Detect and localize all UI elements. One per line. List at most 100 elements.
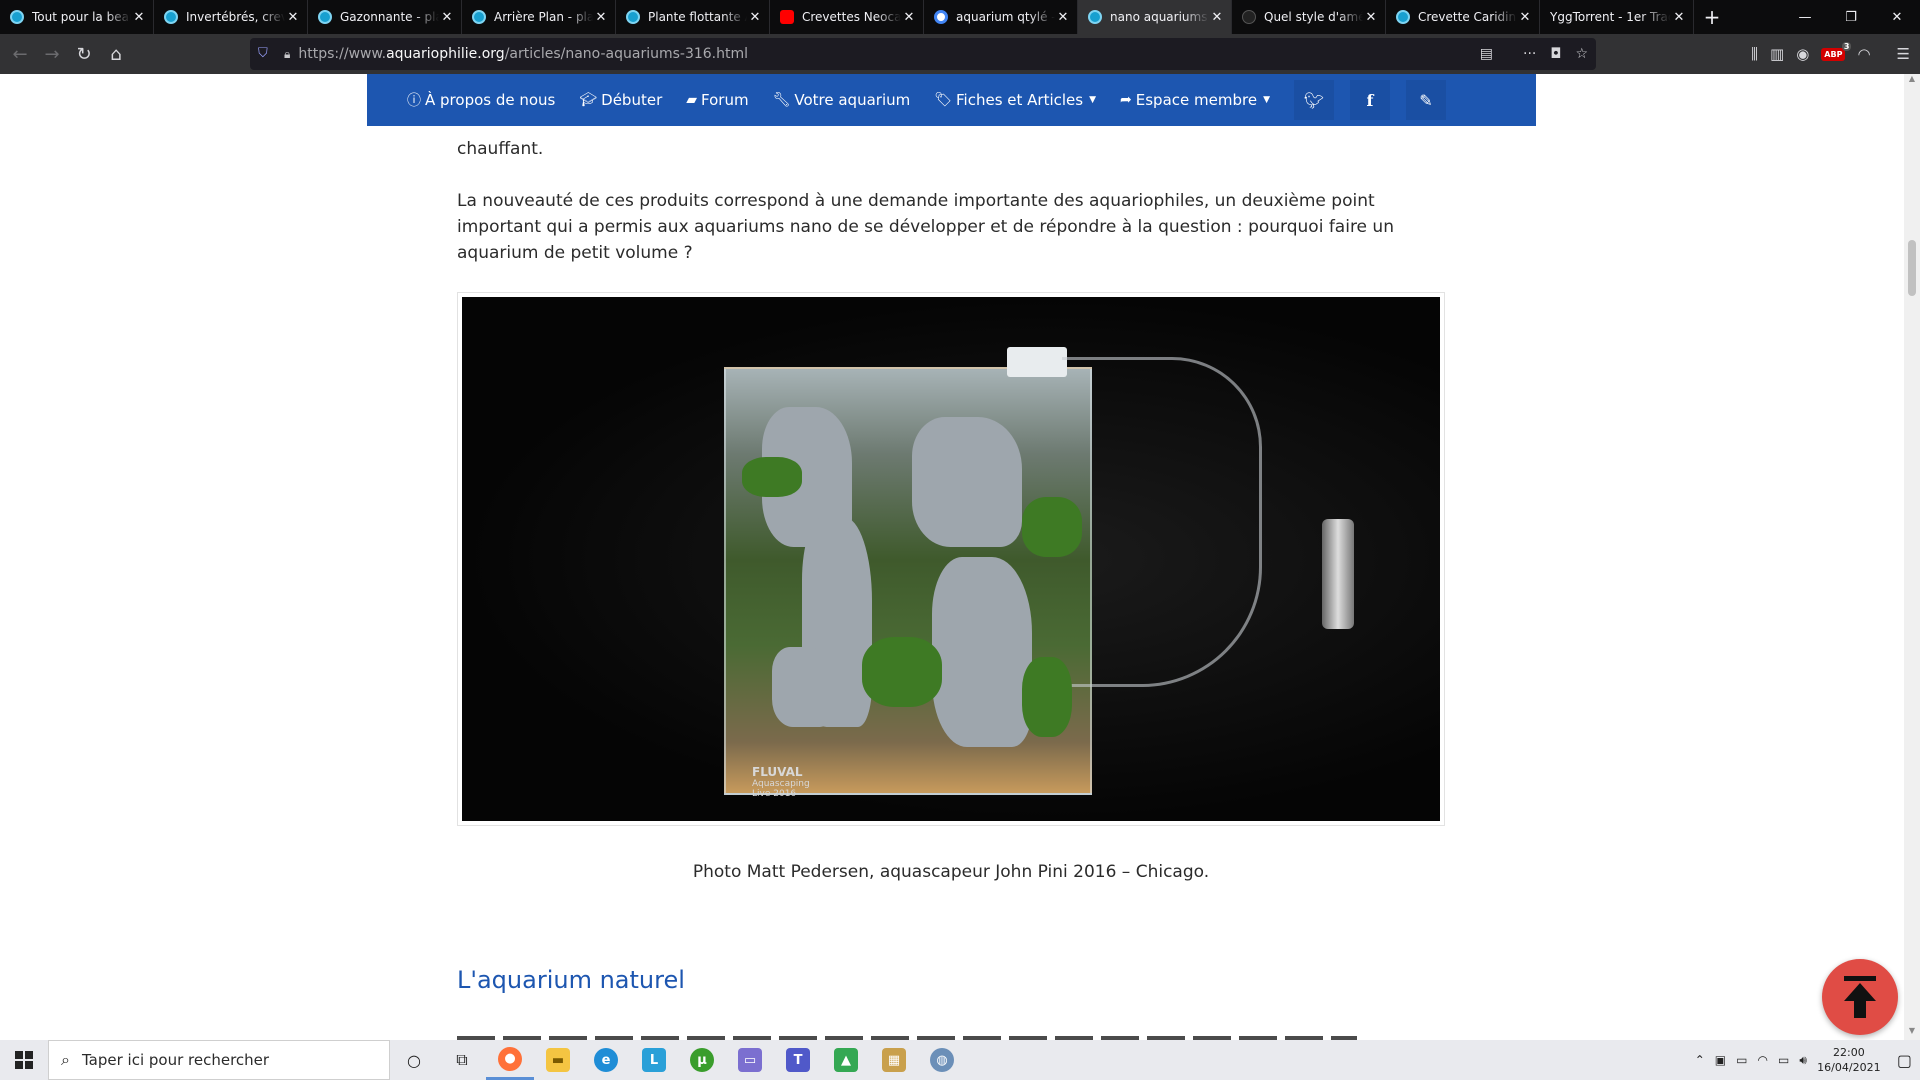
battery-icon[interactable]: ▭ <box>1778 1053 1789 1067</box>
browser-tab[interactable]: Plante flottante Aqua✕ <box>616 0 770 34</box>
scroll-down-arrow-icon[interactable]: ▼ <box>1904 1026 1920 1040</box>
file-explorer-icon[interactable]: ▬ <box>534 1040 582 1080</box>
volume-icon[interactable]: 🔊︎ <box>1799 1053 1807 1068</box>
taskbar-clock[interactable]: 22:00 16/04/2021 <box>1817 1045 1881 1075</box>
firefox-taskbar-icon[interactable]: ● <box>486 1040 534 1080</box>
chevron-up-icon[interactable]: ⌃ <box>1695 1053 1705 1067</box>
lock-icon[interactable]: 🔒︎ <box>284 47 290 62</box>
messaging-app-icon[interactable]: ▭ <box>726 1040 774 1080</box>
pencil-icon[interactable]: ✎ <box>1405 80 1446 120</box>
aquariophilie-icon <box>1088 10 1102 24</box>
reload-icon[interactable]: ↻ <box>68 38 100 70</box>
adblock-plus-icon[interactable]: ABP 3 <box>1821 41 1852 61</box>
minimize-icon[interactable]: — <box>1782 0 1828 34</box>
close-icon[interactable]: ✕ <box>593 10 609 25</box>
teams-icon[interactable]: T <box>774 1040 822 1080</box>
browser-tab[interactable]: Tout pour la beauté✕ <box>0 0 154 34</box>
nav-aquarium-label: Votre aquarium <box>794 91 911 109</box>
info-icon: ⓘ <box>407 93 421 109</box>
library-icon[interactable]: ⫼ <box>1751 45 1758 63</box>
wifi-icon[interactable]: ◠ <box>1757 1053 1767 1067</box>
taskbar-search-input[interactable]: ⌕ Taper ici pour rechercher <box>48 1040 390 1080</box>
nav-articles-dropdown[interactable]: 🏷︎ Fiches et Articles ▼ <box>934 91 1096 109</box>
nav-start[interactable]: 🎓︎ Débuter <box>579 91 662 109</box>
close-icon[interactable]: ✕ <box>901 10 917 25</box>
nav-about-label: À propos de nous <box>425 91 556 109</box>
meet-now-icon[interactable]: ▣ <box>1715 1053 1726 1067</box>
nav-member-dropdown[interactable]: ➦ Espace membre ▼ <box>1120 91 1270 109</box>
moss-shape <box>742 457 802 497</box>
task-view-icon[interactable]: ⧉ <box>438 1040 486 1080</box>
back-arrow-icon[interactable]: ← <box>4 38 36 70</box>
home-icon[interactable]: ⌂ <box>100 38 132 70</box>
browser-tab[interactable]: Crevettes Neocaridina✕ <box>770 0 924 34</box>
close-icon[interactable]: ✕ <box>1363 10 1379 25</box>
twitter-icon[interactable]: 🐦︎ <box>1293 80 1334 120</box>
tab-label: Tout pour la beauté <box>32 10 131 24</box>
url-text[interactable]: https://www.aquariophilie.org/articles/n… <box>298 46 748 62</box>
browser-tab[interactable]: Crevette Caridina ✕ <box>1386 0 1540 34</box>
extension-icon[interactable]: ◠ <box>1857 45 1870 63</box>
arrow-up-to-line-icon <box>1844 976 1876 1018</box>
restore-icon[interactable]: ❐ <box>1828 0 1874 34</box>
forward-arrow-icon[interactable]: → <box>36 38 68 70</box>
nav-your-aquarium[interactable]: 🔧︎ Votre aquarium <box>773 91 911 109</box>
edge-icon[interactable]: e <box>582 1040 630 1080</box>
browser-tab[interactable]: Arrière Plan - plantes✕ <box>462 0 616 34</box>
close-window-icon[interactable]: ✕ <box>1874 0 1920 34</box>
scrollbar-thumb[interactable] <box>1908 240 1916 296</box>
close-icon[interactable]: ✕ <box>1209 10 1225 25</box>
clock-date: 16/04/2021 <box>1817 1061 1881 1074</box>
tracking-shield-icon[interactable]: ⛉ <box>258 46 274 62</box>
windows-start-icon[interactable] <box>0 1040 48 1080</box>
page-actions-icon[interactable]: ··· <box>1523 46 1536 62</box>
wrench-icon: 🔧︎ <box>772 92 791 108</box>
nav-forum[interactable]: ▰ Forum <box>686 91 748 109</box>
share-arrow-icon: ➦ <box>1120 92 1132 108</box>
app-l-icon[interactable]: L <box>630 1040 678 1080</box>
drive-icon[interactable]: ▲ <box>822 1040 870 1080</box>
filter-hood-shape <box>1007 347 1067 377</box>
scroll-up-arrow-icon[interactable]: ▲ <box>1904 74 1920 88</box>
display-icon[interactable]: ▭ <box>1736 1053 1747 1067</box>
menu-hamburger-icon[interactable]: ☰ <box>1897 45 1910 63</box>
installer-icon[interactable]: ▦ <box>870 1040 918 1080</box>
address-bar[interactable]: ⛉ 🔒︎ https://www.aquariophilie.org/artic… <box>250 38 1596 70</box>
close-icon[interactable]: ✕ <box>1055 10 1071 25</box>
back-to-top-button[interactable] <box>1822 959 1898 1035</box>
network-app-icon[interactable]: ◍ <box>918 1040 966 1080</box>
browser-tab[interactable]: YggTorrent - 1er Tracker✕ <box>1540 0 1694 34</box>
tags-icon: 🏷︎ <box>934 92 953 108</box>
close-icon[interactable]: ✕ <box>1517 10 1533 25</box>
system-tray: ⌃ ▣ ▭ ◠ ▭ 🔊︎ 22:00 16/04/2021 ▢ <box>1695 1040 1920 1080</box>
close-icon[interactable]: ✕ <box>747 10 763 25</box>
facebook-icon[interactable]: f <box>1349 80 1390 120</box>
new-tab-button[interactable]: + <box>1694 0 1730 34</box>
close-icon[interactable]: ✕ <box>285 10 301 25</box>
bookmark-star-icon[interactable]: ☆ <box>1575 46 1588 62</box>
browser-tab[interactable]: Invertébrés, crevettes✕ <box>154 0 308 34</box>
page-viewport: ⓘ À propos de nous 🎓︎ Débuter ▰ Forum 🔧︎ Vot… <box>0 74 1920 1040</box>
aquariophilie-icon <box>318 10 332 24</box>
pocket-icon[interactable]: ◘ <box>1550 46 1561 62</box>
page-scrollbar[interactable]: ▲ ▼ <box>1904 74 1920 1040</box>
browser-tab[interactable]: Quel style d'aménag✕ <box>1232 0 1386 34</box>
sidebar-icon[interactable]: ▥ <box>1770 45 1784 63</box>
utorrent-icon[interactable]: µ <box>678 1040 726 1080</box>
google-icon <box>934 10 948 24</box>
notifications-icon[interactable]: ▢ <box>1897 1051 1912 1070</box>
close-icon[interactable]: ✕ <box>131 10 147 25</box>
browser-tab[interactable]: Gazonnante - plantes✕ <box>308 0 462 34</box>
close-icon[interactable]: ✕ <box>1671 10 1687 25</box>
close-icon[interactable]: ✕ <box>439 10 455 25</box>
url-bar-actions: ▤ ··· ◘ ☆ <box>1480 38 1588 70</box>
nav-about[interactable]: ⓘ À propos de nous <box>407 90 555 110</box>
toolbar-right-icons: ⫼ ▥ ◉ ABP 3 ◠ ☰ <box>1751 38 1920 70</box>
aquariophilie-icon <box>10 10 24 24</box>
reader-view-icon[interactable]: ▤ <box>1480 46 1493 62</box>
browser-tab-active[interactable]: nano aquariums ✕ <box>1078 0 1232 34</box>
abp-badge: 3 <box>1841 41 1852 51</box>
cortana-icon[interactable]: ○ <box>390 1040 438 1080</box>
browser-tab[interactable]: aquarium qtylé – Goo✕ <box>924 0 1078 34</box>
account-icon[interactable]: ◉ <box>1796 45 1809 63</box>
